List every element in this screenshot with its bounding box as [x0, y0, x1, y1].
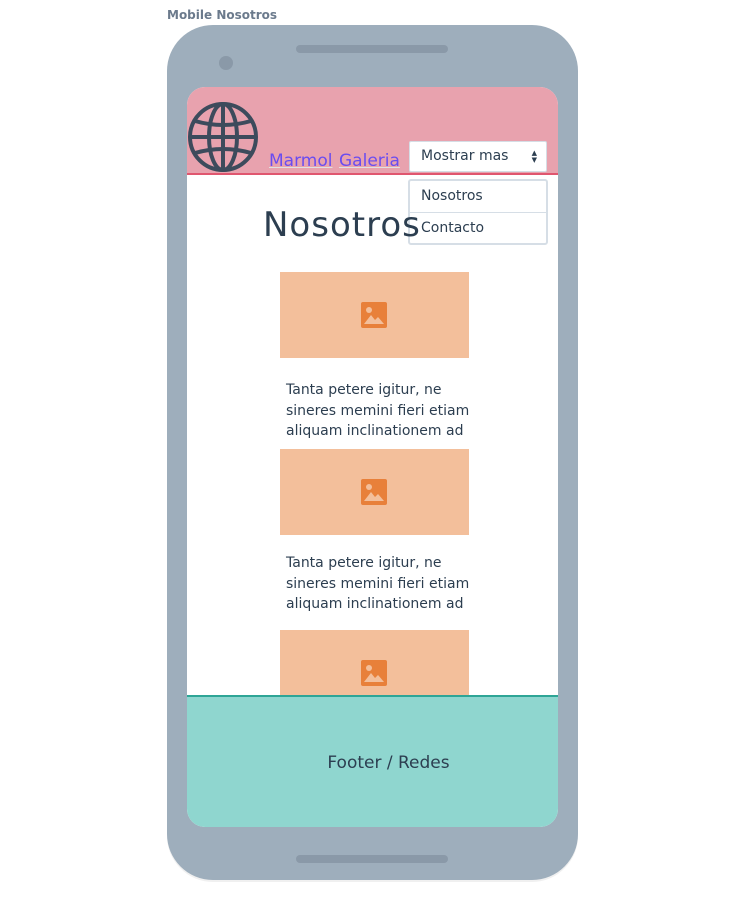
paragraph: Tanta petere igitur, ne sineres memini f… [286, 382, 470, 439]
select-arrows-icon: ▲ ▼ [531, 149, 537, 164]
camera-dot [219, 56, 233, 70]
paragraph: Tanta petere igitur, ne sineres memini f… [286, 555, 470, 612]
dropdown-item-nosotros[interactable]: Nosotros [410, 181, 546, 212]
phone-screen: Marmol Galeria Mostrar mas ▲ ▼ Nosotros C… [187, 87, 558, 827]
globe-icon[interactable] [187, 101, 259, 173]
select-value: Mostrar mas [421, 148, 509, 164]
dropdown-item-contacto[interactable]: Contacto [410, 212, 546, 244]
image-icon [361, 302, 387, 328]
phone-frame: Marmol Galeria Mostrar mas ▲ ▼ Nosotros C… [167, 25, 578, 880]
nav-link-galeria[interactable]: Galeria [339, 151, 400, 171]
image-icon [361, 479, 387, 505]
dropdown-menu: Nosotros Contacto [408, 179, 548, 245]
nav-link-marmol[interactable]: Marmol [269, 151, 332, 171]
image-placeholder [280, 449, 469, 535]
footer-text: Footer / Redes [327, 753, 450, 773]
frame-label: Mobile Nosotros [167, 8, 278, 22]
image-icon [361, 660, 387, 686]
page-title: Nosotros [263, 205, 421, 245]
header: Marmol Galeria Mostrar mas ▲ ▼ [187, 87, 558, 175]
speaker-bottom [296, 855, 448, 863]
image-placeholder [280, 272, 469, 358]
footer: Footer / Redes [187, 695, 558, 827]
speaker-top [296, 45, 448, 53]
mostrar-mas-select[interactable]: Mostrar mas ▲ ▼ [409, 141, 547, 172]
